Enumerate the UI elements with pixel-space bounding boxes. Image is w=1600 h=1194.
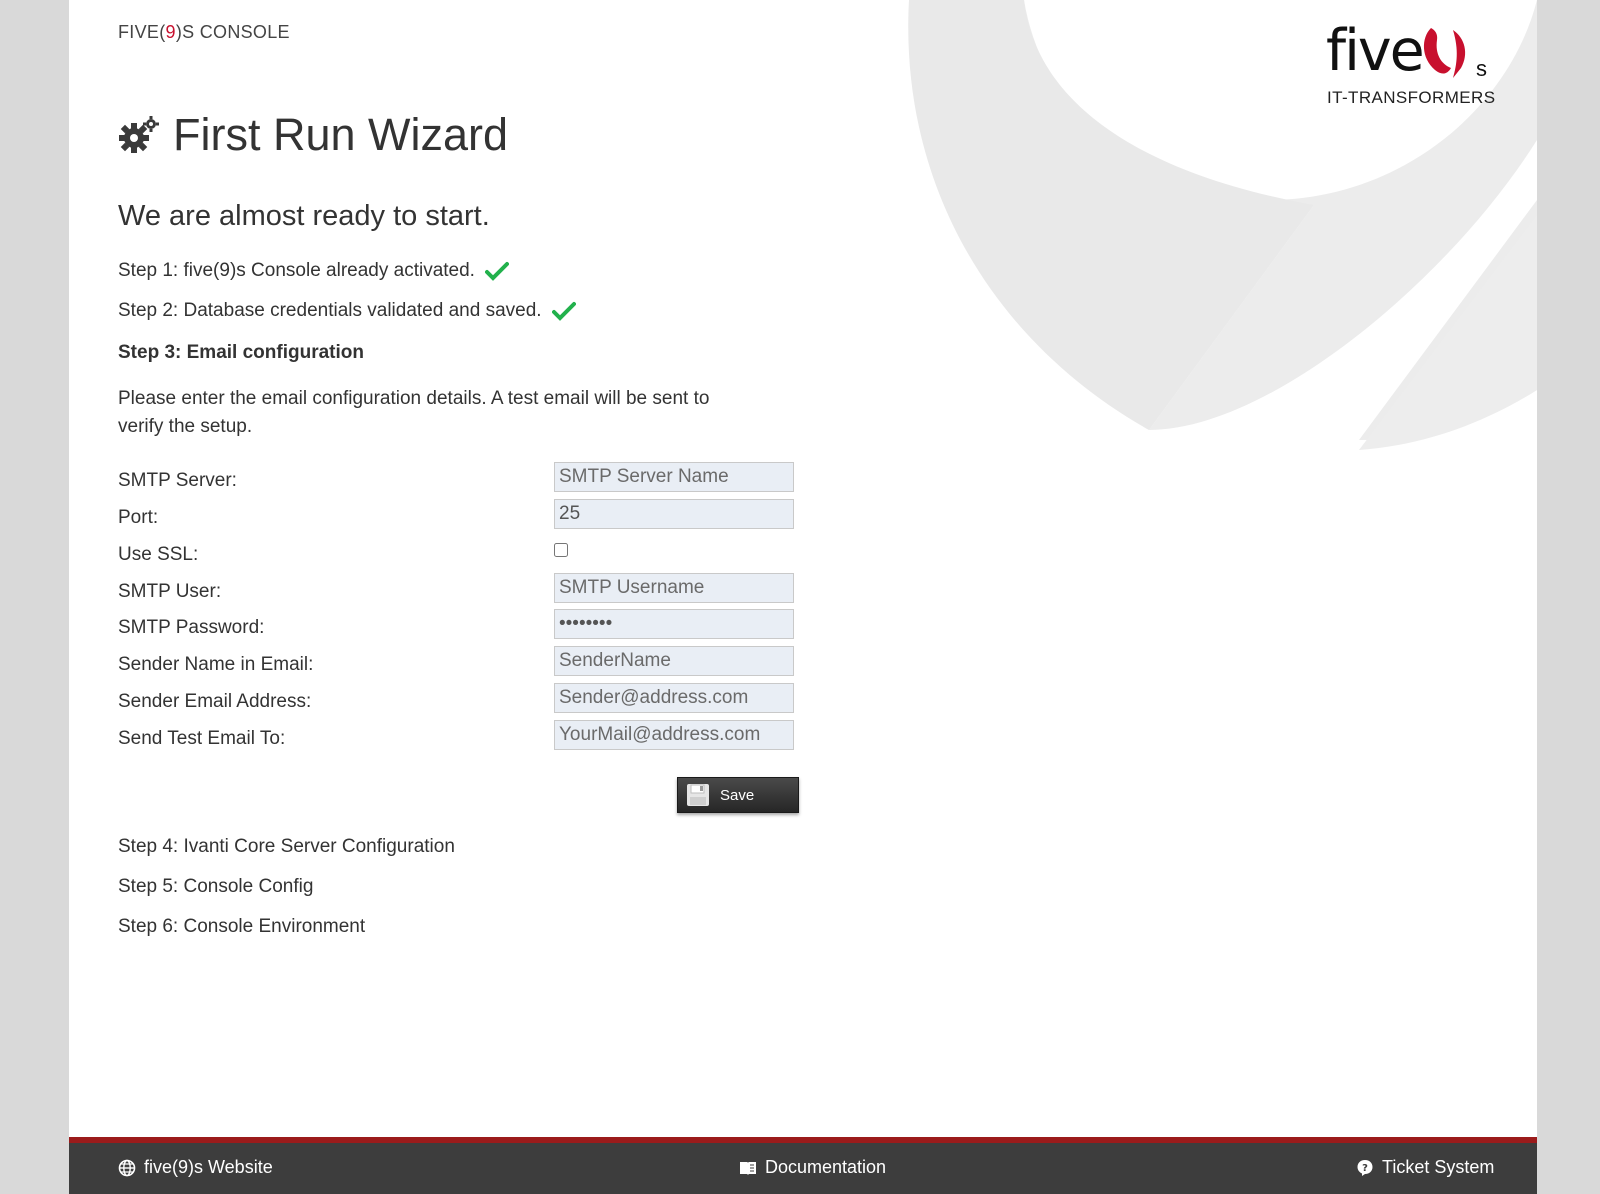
port-input[interactable]: [554, 499, 794, 529]
page-title: First Run Wizard: [173, 109, 509, 160]
step-2: Step 2: Database credentials validated a…: [118, 300, 576, 322]
svg-text:?: ?: [1362, 1163, 1368, 1174]
console-title: FIVE(9)S CONSOLE: [118, 22, 290, 43]
step-5: Step 5: Console Config: [118, 876, 313, 898]
sender-email-input[interactable]: [554, 683, 794, 713]
book-icon: [740, 1161, 756, 1175]
save-button[interactable]: Save: [677, 777, 799, 813]
background-nine-watermark: [908, 0, 1537, 1194]
footer-documentation-label: Documentation: [765, 1157, 887, 1177]
checkmark-icon: [484, 262, 509, 281]
step-1-label: Step 1: five(9)s Console already activat…: [118, 260, 475, 281]
save-button-label: Save: [720, 786, 755, 804]
test-email-label: Send Test Email To:: [118, 728, 286, 749]
sender-name-input[interactable]: [554, 646, 794, 676]
console-title-prefix: FIVE(: [118, 22, 166, 42]
logo-text: five: [1326, 18, 1425, 84]
floppy-disk-icon: [687, 784, 709, 806]
sender-email-label: Sender Email Address:: [118, 691, 312, 712]
footer-documentation-link[interactable]: Documentation: [739, 1157, 886, 1178]
logo-tagline: IT-TRANSFORMERS: [1327, 88, 1496, 107]
test-email-input[interactable]: [554, 720, 794, 750]
console-title-nine: 9: [165, 22, 176, 42]
smtp-server-label: SMTP Server:: [118, 470, 237, 491]
step-4: Step 4: Ivanti Core Server Configuration: [118, 836, 455, 858]
step-5-label: Step 5: Console Config: [118, 876, 314, 897]
port-label: Port:: [118, 507, 159, 528]
console-title-suffix: )S CONSOLE: [175, 22, 290, 42]
step-2-label: Step 2: Database credentials validated a…: [118, 300, 542, 321]
step-3-label: Step 3: Email configuration: [118, 342, 364, 363]
email-config-description: Please enter the email configuration det…: [118, 388, 710, 437]
smtp-password-input[interactable]: [554, 609, 794, 639]
smtp-password-label: SMTP Password:: [118, 617, 265, 638]
gears-icon: [119, 116, 159, 153]
question-circle-icon: ?: [1357, 1159, 1373, 1176]
footer-tickets-label: Ticket System: [1382, 1157, 1495, 1177]
fives-logo: five s IT-TRANSFORMERS: [1324, 18, 1499, 110]
step-6-label: Step 6: Console Environment: [118, 916, 366, 937]
footer: five(9)s Website Documentation ? Ticket …: [69, 1137, 1537, 1194]
globe-icon: [118, 1159, 136, 1176]
wizard-header: First Run Wizard: [117, 109, 509, 160]
checkmark-icon: [551, 302, 576, 321]
smtp-user-label: SMTP User:: [118, 581, 222, 602]
sender-name-label: Sender Name in Email:: [118, 654, 314, 675]
use-ssl-label: Use SSL:: [118, 544, 199, 565]
wizard-subtitle: We are almost ready to start.: [118, 200, 490, 232]
step-1: Step 1: five(9)s Console already activat…: [118, 260, 509, 282]
footer-ticket-link[interactable]: ? Ticket System: [1356, 1157, 1494, 1178]
step-6: Step 6: Console Environment: [118, 916, 365, 938]
use-ssl-checkbox[interactable]: [554, 543, 568, 557]
footer-website-label: five(9)s Website: [144, 1157, 273, 1177]
step-4-label: Step 4: Ivanti Core Server Configuration: [118, 836, 455, 857]
page: FIVE(9)S CONSOLE five s IT-TRANSFORMERS: [69, 0, 1537, 1194]
footer-website-link[interactable]: five(9)s Website: [118, 1157, 273, 1178]
smtp-user-input[interactable]: [554, 573, 794, 603]
logo-nine-icon: [1423, 28, 1466, 78]
step-3: Step 3: Email configuration: [118, 342, 364, 364]
logo-s: s: [1476, 56, 1487, 81]
smtp-server-input[interactable]: [554, 462, 794, 492]
